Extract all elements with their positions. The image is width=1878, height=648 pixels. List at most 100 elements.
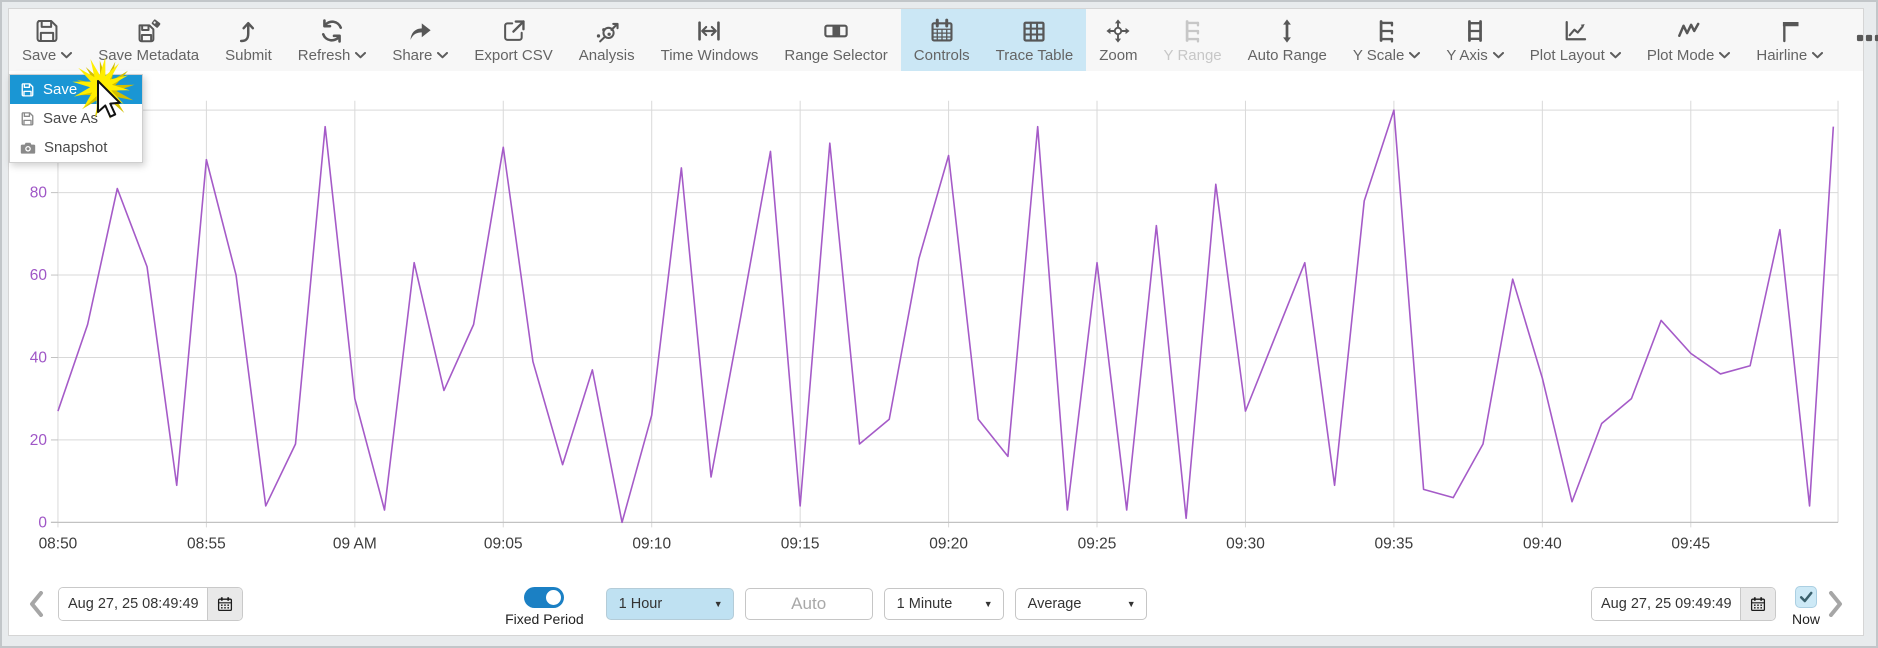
dropdown-arrow-icon: ▼ xyxy=(714,599,723,609)
toolbar-button-y-scale[interactable]: Y Scale xyxy=(1340,9,1433,71)
chevron-down-icon xyxy=(61,52,72,59)
toolbar-button-y-range: Y Range xyxy=(1151,9,1235,71)
toolbar-button-auto-range[interactable]: Auto Range xyxy=(1235,9,1340,71)
toolbar-button-label: Auto Range xyxy=(1248,47,1327,64)
chart-axes: 02040608008:5008:5509 AM09:0509:1009:150… xyxy=(30,185,1838,553)
x-axis-tick-label: 09:45 xyxy=(1671,535,1710,552)
chevron-down-icon xyxy=(1409,52,1420,59)
start-calendar-button[interactable] xyxy=(207,588,242,620)
x-axis-tick-label: 09 AM xyxy=(333,535,377,552)
fixed-period-control: Fixed Period xyxy=(505,587,584,627)
plot-mode-icon xyxy=(1676,16,1702,46)
plot-layout-icon xyxy=(1562,16,1588,46)
menu-item-label: Save As xyxy=(43,110,98,127)
toolbar: Save Save Metadata Submit Refresh Share Expor… xyxy=(9,9,1863,71)
duration-select[interactable]: 1 Hour ▼ xyxy=(606,588,734,620)
analysis-icon xyxy=(594,16,620,46)
toolbar-button-share[interactable]: Share xyxy=(379,9,461,71)
toolbar-button-label: Time Windows xyxy=(661,47,759,64)
aggregate-value: Average xyxy=(1028,596,1082,612)
interval-select[interactable]: 1 Minute ▼ xyxy=(884,588,1004,620)
menu-item-label: Save xyxy=(43,81,77,98)
toolbar-overflow-button[interactable] xyxy=(1836,25,1878,56)
y-axis-tick-label: 20 xyxy=(30,432,47,449)
toolbar-button-label: Analysis xyxy=(579,47,635,64)
x-axis-tick-label: 09:10 xyxy=(632,535,671,552)
chevron-down-icon xyxy=(1493,52,1504,59)
end-datetime-input[interactable] xyxy=(1592,588,1740,620)
y-axis-tick-label: 80 xyxy=(30,185,47,202)
toolbar-button-analysis[interactable]: Analysis xyxy=(566,9,648,71)
trend-line-series xyxy=(58,110,1833,522)
toolbar-button-save[interactable]: Save xyxy=(9,9,85,71)
toolbar-button-label: Share xyxy=(392,47,432,64)
trend-chart-plot-area[interactable]: 02040608008:5008:5509 AM09:0509:1009:150… xyxy=(9,9,1863,635)
toolbar-button-plot-mode[interactable]: Plot Mode xyxy=(1634,9,1744,71)
fixed-period-toggle[interactable] xyxy=(524,587,564,608)
chevron-down-icon xyxy=(1610,52,1621,59)
toggle-knob xyxy=(546,590,561,605)
toolbar-button-submit[interactable]: Submit xyxy=(212,9,285,71)
toolbar-button-hairline[interactable]: Hairline xyxy=(1743,9,1836,71)
time-windows-icon xyxy=(696,16,722,46)
toolbar-button-label: Export CSV xyxy=(474,47,552,64)
x-axis-tick-label: 09:15 xyxy=(781,535,820,552)
toolbar-button-save-metadata[interactable]: Save Metadata xyxy=(85,9,212,71)
toolbar-button-label: Plot Layout xyxy=(1530,47,1605,64)
now-checkbox[interactable] xyxy=(1795,586,1817,608)
ellipsis-icon xyxy=(1856,25,1878,56)
y-scale-icon xyxy=(1180,16,1206,46)
x-axis-tick-label: 09:25 xyxy=(1078,535,1117,552)
menu-item-save-as[interactable]: Save As xyxy=(10,104,142,133)
interval-value: 1 Minute xyxy=(897,596,953,612)
refresh-icon xyxy=(319,16,345,46)
auto-range-input[interactable] xyxy=(745,588,873,620)
y-scale-icon xyxy=(1374,16,1400,46)
y-axis-tick-label: 60 xyxy=(30,267,47,284)
aggregate-select[interactable]: Average ▼ xyxy=(1015,588,1147,620)
step-forward-button[interactable] xyxy=(1828,591,1843,617)
save-icon xyxy=(34,16,60,46)
toolbar-button-range-selector[interactable]: Range Selector xyxy=(771,9,900,71)
step-back-button[interactable] xyxy=(29,591,44,617)
toolbar-button-label: Save xyxy=(22,47,56,64)
toolbar-button-export-csv[interactable]: Export CSV xyxy=(461,9,565,71)
toolbar-button-trace-table[interactable]: Trace Table xyxy=(983,9,1087,71)
dropdown-arrow-icon: ▼ xyxy=(984,599,993,609)
range-selector-icon xyxy=(823,16,849,46)
x-axis-tick-label: 09:05 xyxy=(484,535,523,552)
start-datetime-input[interactable] xyxy=(59,588,207,620)
toolbar-button-label: Refresh xyxy=(298,47,351,64)
toolbar-button-label: Submit xyxy=(225,47,272,64)
save-icon xyxy=(20,82,35,97)
share-icon xyxy=(407,16,433,46)
toolbar-button-refresh[interactable]: Refresh xyxy=(285,9,380,71)
toolbar-button-zoom[interactable]: Zoom xyxy=(1086,9,1150,71)
toolbar-button-label: Trace Table xyxy=(996,47,1074,64)
x-axis-tick-label: 09:40 xyxy=(1523,535,1562,552)
menu-item-save[interactable]: Save xyxy=(10,75,142,104)
active-button-group: Controls Trace Table xyxy=(901,9,1086,71)
dropdown-arrow-icon: ▼ xyxy=(1127,599,1136,609)
toolbar-button-label: Controls xyxy=(914,47,970,64)
menu-item-snapshot[interactable]: Snapshot xyxy=(10,133,142,162)
y-axis-icon xyxy=(1462,16,1488,46)
toolbar-button-plot-layout[interactable]: Plot Layout xyxy=(1517,9,1634,71)
fixed-period-label: Fixed Period xyxy=(505,611,584,627)
y-axis-tick-label: 40 xyxy=(30,349,47,366)
toolbar-button-controls[interactable]: Controls xyxy=(901,9,983,71)
duration-value: 1 Hour xyxy=(619,596,663,612)
toolbar-button-label: Range Selector xyxy=(784,47,887,64)
camera-icon xyxy=(20,140,36,156)
start-datetime-group xyxy=(58,587,243,621)
menu-item-label: Snapshot xyxy=(44,139,107,156)
toolbar-button-label: Plot Mode xyxy=(1647,47,1715,64)
end-calendar-button[interactable] xyxy=(1740,588,1775,620)
toolbar-button-y-axis[interactable]: Y Axis xyxy=(1433,9,1516,71)
toolbar-button-label: Hairline xyxy=(1756,47,1807,64)
y-axis-tick-label: 0 xyxy=(38,514,47,531)
x-axis-tick-label: 08:50 xyxy=(39,535,78,552)
zoom-icon xyxy=(1105,16,1131,46)
toolbar-button-time-windows[interactable]: Time Windows xyxy=(648,9,772,71)
save-icon xyxy=(20,111,35,126)
